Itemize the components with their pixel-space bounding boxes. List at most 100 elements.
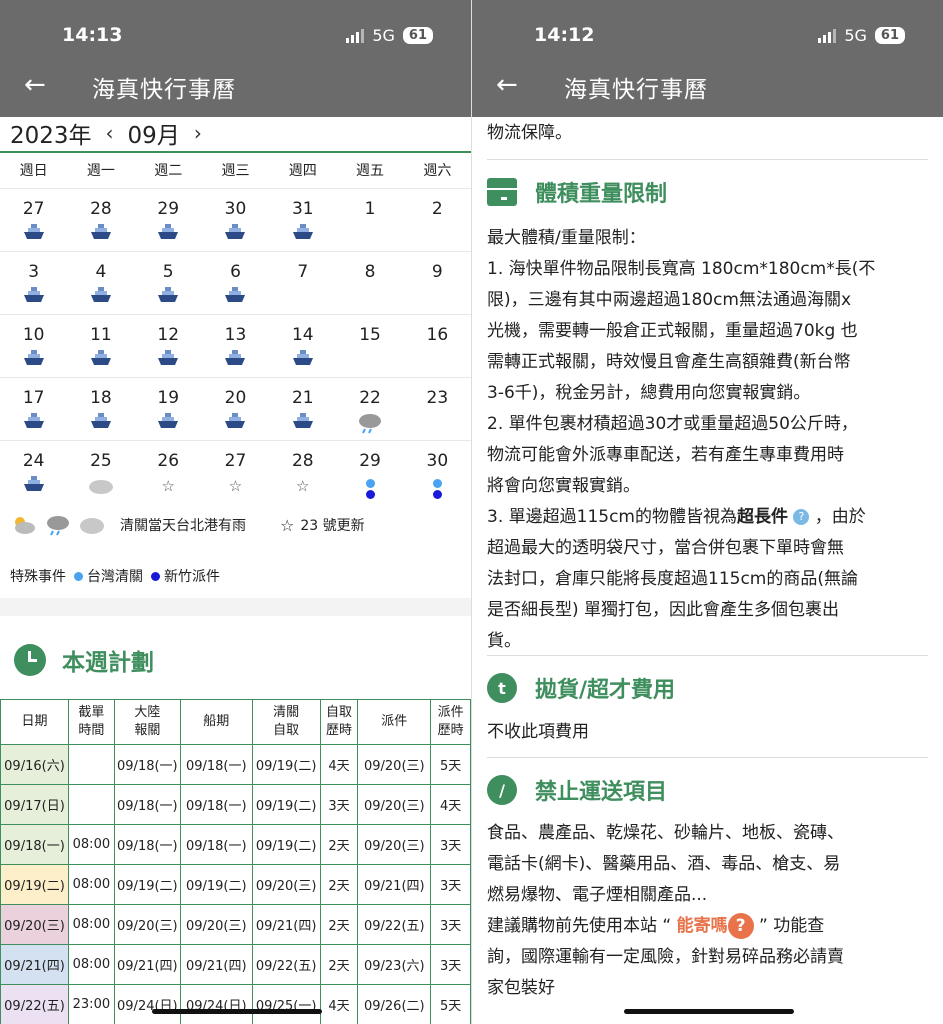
- special-legend: 特殊事件 台灣清關 新竹派件: [10, 566, 220, 586]
- table-cell: 5天: [430, 984, 471, 1024]
- table-cell: 09/19(二): [251, 744, 321, 785]
- calendar-day[interactable]: 22: [336, 378, 403, 440]
- home-indicator[interactable]: [624, 1009, 794, 1014]
- empty-icon: [404, 349, 471, 371]
- table-cell: 09/19(二): [113, 864, 181, 905]
- table-cell: 08:00: [67, 944, 115, 985]
- calendar-day[interactable]: 2: [404, 189, 471, 251]
- calendar-day[interactable]: 28 ☆: [269, 441, 336, 503]
- tw-dot-icon: [74, 571, 83, 581]
- calendar-day[interactable]: 16: [404, 315, 471, 377]
- home-indicator[interactable]: [152, 1009, 322, 1014]
- calendar-day[interactable]: 23: [404, 378, 471, 440]
- weekday-label: 週五: [356, 163, 385, 179]
- calendar-day[interactable]: 8: [336, 252, 403, 314]
- calendar-day[interactable]: 12: [135, 315, 202, 377]
- table-header: 日期: [0, 699, 69, 745]
- ship-icon: [67, 223, 134, 245]
- calendar-day[interactable]: 17: [0, 378, 67, 440]
- calendar-day[interactable]: 4: [67, 252, 134, 314]
- calendar-day[interactable]: 18: [67, 378, 134, 440]
- calendar-day[interactable]: 26 ☆: [135, 441, 202, 503]
- header-line: 報關: [134, 723, 161, 738]
- calendar-day[interactable]: 19: [135, 378, 202, 440]
- right-screen: 14:12 5G 61 ← 海真快行事曆 物流保障。 體積重量限制 最大體積/重…: [472, 0, 943, 1024]
- top-bar: 14:12 5G 61 ← 海真快行事曆: [472, 0, 943, 117]
- box-icon: [487, 178, 517, 206]
- calendar-day[interactable]: 9: [404, 252, 471, 314]
- calendar-week: 10 11 12 13 14 15 16: [0, 314, 471, 377]
- calendar-day[interactable]: 14: [269, 315, 336, 377]
- table-cell: 09/20(三): [357, 784, 432, 825]
- calendar-day[interactable]: 24: [0, 441, 67, 503]
- table-row: 09/19(二) 08:00 09/19(二) 09/19(二) 09/20(三) 2天 0…: [0, 864, 471, 905]
- next-month-icon[interactable]: ›: [194, 121, 202, 145]
- calendar-day[interactable]: 29: [336, 441, 403, 503]
- calendar-day[interactable]: 3: [0, 252, 67, 314]
- calendar-day[interactable]: 7: [269, 252, 336, 314]
- table-cell: 09/19(二): [251, 824, 321, 865]
- calendar-day[interactable]: 13: [202, 315, 269, 377]
- calendar-header: 2023年 ‹ 09月 ›: [10, 116, 202, 150]
- calendar-day[interactable]: 30: [202, 189, 269, 251]
- link-suffix: ” 功能查: [753, 916, 825, 936]
- table-cell: 09/26(二): [357, 984, 432, 1024]
- calendar-day[interactable]: 30: [404, 441, 471, 503]
- calendar-day[interactable]: 6: [202, 252, 269, 314]
- day-number: 26: [157, 451, 180, 471]
- calendar-day[interactable]: 5: [135, 252, 202, 314]
- day-number: 27: [22, 199, 45, 219]
- bulky-fee-heading: t 拋貨/超才費用: [487, 672, 675, 704]
- help-icon[interactable]: ?: [793, 509, 810, 525]
- empty-icon: [336, 223, 403, 245]
- day-number: 28: [90, 199, 112, 219]
- weather-legend: 清關當天台北港有雨 ☆ 23 號更新: [10, 514, 365, 536]
- calendar-day[interactable]: 25: [67, 441, 134, 503]
- text-line: 貨。: [487, 631, 521, 651]
- table-row: 09/16(六) 09/18(一) 09/18(一) 09/19(二) 4天 09/20(…: [0, 744, 471, 785]
- calendar-day[interactable]: 15: [336, 315, 403, 377]
- calendar-day[interactable]: 20: [202, 378, 269, 440]
- calendar-day[interactable]: 29: [135, 189, 202, 251]
- calendar-day[interactable]: 31: [269, 189, 336, 251]
- day-number: 5: [162, 262, 174, 282]
- prohibited-text-2: 詢，國際運輸有一定風險，針對易碎品務必請賣 家包裝好: [487, 942, 844, 1004]
- day-number: 9: [431, 262, 443, 282]
- weekday-label: 週四: [288, 163, 317, 179]
- day-number: 3: [28, 262, 40, 282]
- ship-icon: [67, 412, 134, 434]
- ship-icon: [135, 223, 202, 245]
- question-icon[interactable]: ?: [727, 913, 754, 939]
- calendar-week: 17 18 19 20 21 22 23: [0, 377, 471, 440]
- ship-icon: [269, 412, 336, 434]
- calendar-day[interactable]: 28: [67, 189, 134, 251]
- calendar-day[interactable]: 27: [0, 189, 67, 251]
- ship-icon: [202, 412, 269, 434]
- back-arrow-icon[interactable]: ←: [24, 72, 46, 98]
- weekday-label: 週六: [423, 163, 452, 179]
- star-legend-text: 23 號更新: [300, 518, 365, 534]
- calendar-day[interactable]: 1: [336, 189, 403, 251]
- table-cell: 09/21(四): [0, 944, 69, 985]
- header-line: 船期: [203, 714, 230, 729]
- calendar-day[interactable]: 21: [269, 378, 336, 440]
- calendar-day[interactable]: 10: [0, 315, 67, 377]
- back-arrow-icon[interactable]: ←: [496, 72, 518, 98]
- can-ship-link[interactable]: 能寄嗎: [677, 916, 728, 936]
- ship-icon: [0, 286, 67, 308]
- day-number: 2: [431, 199, 443, 219]
- prev-month-icon[interactable]: ‹: [106, 121, 114, 145]
- table-cell: 08:00: [67, 824, 115, 865]
- calendar-day[interactable]: 27 ☆: [202, 441, 269, 503]
- table-cell: 09/17(日): [0, 784, 69, 825]
- header-line: 派件: [437, 705, 464, 720]
- oversize-prefix: 3. 單邊超過115cm的物體皆視為: [487, 507, 737, 527]
- divider: [487, 757, 928, 758]
- empty-icon: [404, 223, 471, 245]
- table-cell: 09/23(六): [357, 944, 432, 985]
- calendar-day[interactable]: 11: [67, 315, 134, 377]
- ship-icon: [135, 349, 202, 371]
- table-cell: 23:00: [67, 984, 115, 1024]
- year-label: 2023年: [10, 123, 92, 149]
- sun-cloud-icon: [15, 517, 35, 534]
